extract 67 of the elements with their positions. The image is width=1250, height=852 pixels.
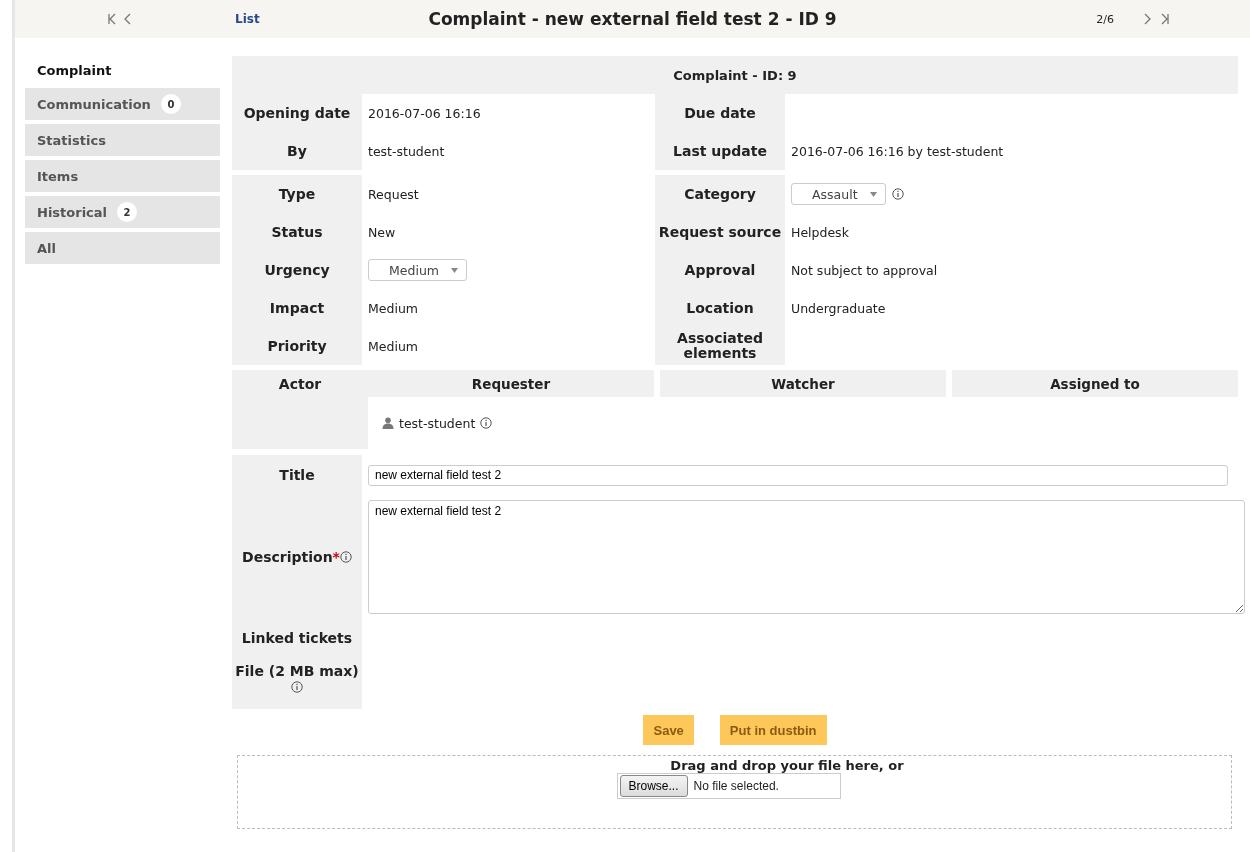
field-value: Undergraduate bbox=[791, 300, 886, 316]
field-label: Type bbox=[278, 186, 316, 202]
sidebar-tab[interactable]: Historical 2 bbox=[25, 196, 220, 228]
field-label: Due date bbox=[684, 105, 756, 121]
field-label: Description bbox=[242, 549, 333, 565]
count-badge: 0 bbox=[160, 94, 181, 114]
field-value: test-student bbox=[368, 143, 445, 159]
column-header: Assigned to bbox=[952, 370, 1238, 397]
last-page-icon[interactable] bbox=[1160, 13, 1170, 25]
field-label: Priority bbox=[267, 338, 327, 354]
previous-icon[interactable] bbox=[123, 13, 133, 25]
column-header: Requester bbox=[368, 370, 654, 397]
field-value: 2016-07-06 16:16 by test-student bbox=[791, 143, 1004, 159]
info-icon[interactable] bbox=[891, 188, 904, 200]
field-label: File (2 MB max) bbox=[235, 663, 359, 679]
field-label: Status bbox=[271, 224, 323, 240]
field-value: Helpdesk bbox=[791, 224, 849, 240]
field-value: Not subject to approval bbox=[791, 262, 938, 278]
field-value: New bbox=[368, 224, 396, 240]
required-mark: * bbox=[332, 549, 340, 565]
field-label: Location bbox=[686, 300, 754, 316]
page-position: 2/6 bbox=[1096, 12, 1114, 26]
column-header: Watcher bbox=[660, 370, 946, 397]
field-label: Last update bbox=[673, 143, 767, 159]
description-field[interactable]: new external field test 2 bbox=[368, 500, 1245, 614]
field-label: Title bbox=[279, 467, 315, 483]
sidebar-tab[interactable]: Communication 0 bbox=[25, 88, 220, 120]
count-badge: 2 bbox=[117, 202, 138, 222]
action-button[interactable]: Put in dustbin bbox=[719, 715, 827, 745]
drop-zone[interactable]: Drag and drop your file here, or Browse... No file selected. bbox=[237, 755, 1232, 829]
page-title: Complaint - new external field test 2 - ID 9 bbox=[428, 9, 837, 29]
info-icon[interactable] bbox=[480, 417, 493, 429]
requester-name: test-student bbox=[399, 415, 476, 431]
first-page-icon[interactable] bbox=[107, 13, 117, 25]
sidebar-tab[interactable]: Statistics bbox=[25, 124, 220, 156]
info-icon[interactable] bbox=[291, 681, 303, 693]
dropdown[interactable]: Medium bbox=[368, 259, 467, 281]
field-label: Impact bbox=[269, 300, 325, 316]
file-status: No file selected. bbox=[693, 779, 779, 793]
field-value: Request bbox=[368, 186, 419, 202]
field-value: Medium bbox=[368, 300, 418, 316]
field-label: Urgency bbox=[264, 262, 330, 278]
next-icon[interactable] bbox=[1142, 13, 1152, 25]
list-link[interactable]: List bbox=[235, 12, 260, 26]
field-value: Medium bbox=[368, 338, 418, 354]
drop-text: Drag and drop your file here, or bbox=[670, 758, 904, 773]
sidebar-tab[interactable]: Items bbox=[25, 160, 220, 192]
sidebar-tab[interactable]: All bbox=[25, 232, 220, 264]
field-label: Approval bbox=[684, 262, 756, 278]
field-label: Linked tickets bbox=[241, 630, 353, 646]
form-heading: Complaint - ID: 9 bbox=[232, 56, 1238, 94]
caret-icon bbox=[869, 191, 877, 197]
field-label: Request source bbox=[658, 224, 782, 240]
file-input[interactable]: Browse... No file selected. bbox=[616, 773, 841, 799]
dropdown[interactable]: Assault bbox=[791, 183, 886, 205]
field-label: Opening date bbox=[243, 105, 351, 121]
field-value: 2016-07-06 16:16 bbox=[368, 105, 481, 121]
info-icon[interactable] bbox=[339, 551, 352, 563]
field-label: Associated elements bbox=[676, 331, 764, 361]
title-field[interactable]: new external field test 2 bbox=[368, 464, 1228, 486]
actor-label: Actor bbox=[232, 370, 368, 449]
user-icon bbox=[382, 417, 394, 429]
browse-button[interactable]: Browse... bbox=[619, 775, 688, 797]
action-button[interactable]: Save bbox=[643, 715, 694, 745]
field-label: Category bbox=[684, 186, 756, 202]
caret-icon bbox=[451, 267, 458, 273]
field-label: By bbox=[287, 143, 307, 159]
